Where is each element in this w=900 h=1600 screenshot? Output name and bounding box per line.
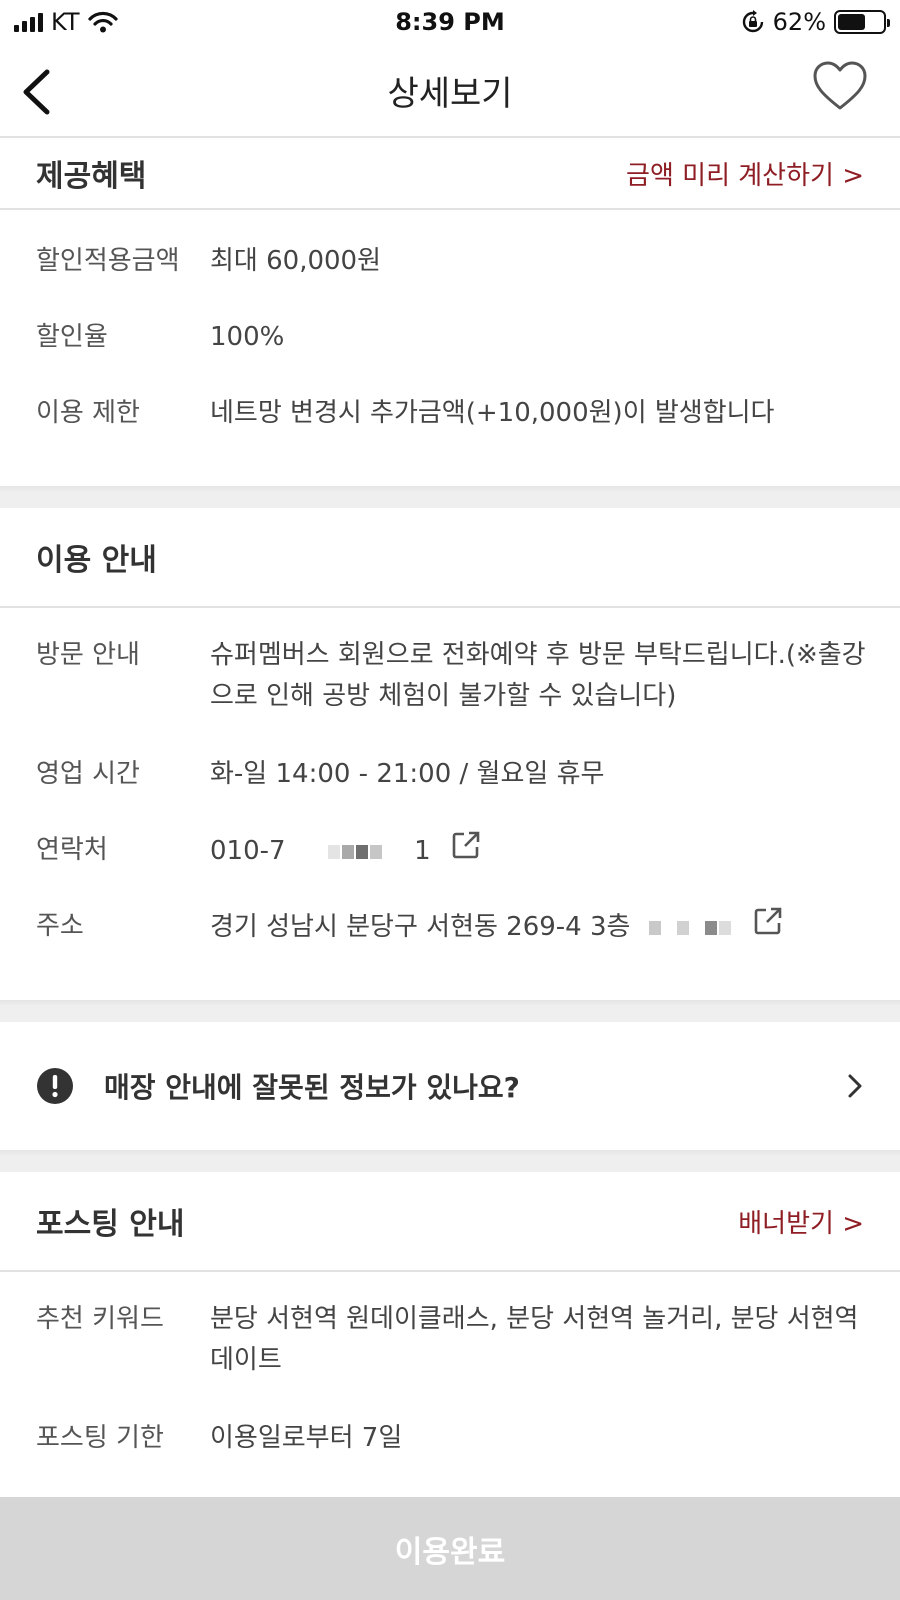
row-label: 포스팅 기한 xyxy=(36,1423,164,1453)
carrier-label: KT xyxy=(51,8,80,36)
section-gap xyxy=(0,486,900,508)
favorite-button[interactable] xyxy=(812,60,870,118)
phone-redacted xyxy=(327,831,384,872)
section-gap xyxy=(0,1150,900,1172)
benefit-row-discount-amount: 할인적용금액 최대 60,000원 xyxy=(36,241,866,282)
usage-row-contact: 연락처 010-7 1 xyxy=(36,830,866,873)
external-link-icon xyxy=(452,831,480,859)
usage-header: 이용 안내 xyxy=(0,508,900,608)
wifi-icon xyxy=(87,11,118,33)
row-label: 할인적용금액 xyxy=(36,246,180,276)
address-value: 경기 성남시 분당구 서현동 269-4 3층 xyxy=(210,906,866,949)
detail-page: KT 8:39 PM 62% 상세보기 제공혜택 금액 미리 계산하기 > 할인… xyxy=(0,0,900,1600)
row-value: 이용일로부터 7일 xyxy=(210,1423,403,1453)
row-value: 분당 서현역 원데이클래스, 분당 서현역 놀거리, 분당 서현역 데이트 xyxy=(210,1304,859,1375)
benefit-row-restriction: 이용 제한 네트망 변경시 추가금액(+10,000원)이 발생합니다 xyxy=(36,393,866,434)
status-bar: KT 8:39 PM 62% xyxy=(0,0,900,44)
status-right: 62% xyxy=(741,8,890,36)
usage-row-hours: 영업 시간 화-일 14:00 - 21:00 / 월요일 휴무 xyxy=(36,754,866,795)
report-text: 매장 안내에 잘못된 정보가 있나요? xyxy=(104,1071,520,1104)
battery-icon xyxy=(834,10,890,34)
battery-percent: 62% xyxy=(772,8,826,36)
exclamation-circle-icon xyxy=(37,1068,73,1104)
section-gap xyxy=(0,1000,900,1022)
call-link-button[interactable] xyxy=(451,830,481,873)
posting-row-keywords: 추천 키워드 분당 서현역 원데이클래스, 분당 서현역 놀거리, 분당 서현역… xyxy=(36,1299,866,1381)
external-link-icon xyxy=(754,907,782,935)
phone-value: 010-7 1 xyxy=(210,830,866,873)
row-label: 추천 키워드 xyxy=(36,1304,164,1334)
calculate-price-link[interactable]: 금액 미리 계산하기 > xyxy=(626,155,864,192)
chevron-left-icon xyxy=(23,69,50,115)
benefit-row-discount-rate: 할인율 100% xyxy=(36,317,866,358)
row-value: 최대 60,000원 xyxy=(210,246,381,276)
back-button[interactable] xyxy=(16,64,56,120)
map-link-button[interactable] xyxy=(753,906,783,949)
status-left: KT xyxy=(14,8,118,36)
row-label: 주소 xyxy=(36,911,84,941)
address-text: 경기 성남시 분당구 서현동 269-4 3층 xyxy=(210,912,631,942)
usage-row-visit: 방문 안내 슈퍼멤버스 회원으로 전화예약 후 방문 부탁드립니다.(※출강으로… xyxy=(36,635,866,717)
get-banner-link[interactable]: 배너받기 > xyxy=(738,1203,864,1240)
row-value: 100% xyxy=(210,322,285,352)
page-title: 상세보기 xyxy=(387,73,513,114)
battery-level-fill xyxy=(838,14,866,30)
address-redacted xyxy=(648,907,733,948)
phone-suffix: 1 xyxy=(414,836,431,866)
posting-header: 포스팅 안내 배너받기 > xyxy=(0,1172,900,1272)
rotation-lock-icon xyxy=(742,10,763,33)
row-value: 화-일 14:00 - 21:00 / 월요일 휴무 xyxy=(210,759,605,789)
row-label: 연락처 xyxy=(36,835,108,865)
complete-usage-button[interactable]: 이용완료 xyxy=(0,1497,900,1600)
posting-title: 포스팅 안내 xyxy=(36,1207,185,1242)
chevron-right-icon xyxy=(848,1074,862,1098)
row-label: 이용 제한 xyxy=(36,398,140,428)
signal-icon xyxy=(14,12,43,32)
usage-row-address: 주소 경기 성남시 분당구 서현동 269-4 3층 xyxy=(36,906,866,949)
heart-icon xyxy=(813,61,867,110)
nav-header: 상세보기 xyxy=(0,44,900,138)
benefits-title: 제공혜택 xyxy=(36,159,147,194)
phone-prefix: 010-7 xyxy=(210,836,286,866)
row-value: 슈퍼멤버스 회원으로 전화예약 후 방문 부탁드립니다.(※출강으로 인해 공방… xyxy=(210,640,866,711)
row-value: 네트망 변경시 추가금액(+10,000원)이 발생합니다 xyxy=(210,398,775,428)
row-label: 영업 시간 xyxy=(36,759,140,789)
report-wrong-info-button[interactable]: 매장 안내에 잘못된 정보가 있나요? xyxy=(0,1022,900,1150)
benefits-header: 제공혜택 금액 미리 계산하기 > xyxy=(0,138,900,210)
posting-row-deadline: 포스팅 기한 이용일로부터 7일 xyxy=(36,1418,866,1459)
row-label: 할인율 xyxy=(36,322,108,352)
row-label: 방문 안내 xyxy=(36,640,140,670)
usage-title: 이용 안내 xyxy=(36,543,157,578)
